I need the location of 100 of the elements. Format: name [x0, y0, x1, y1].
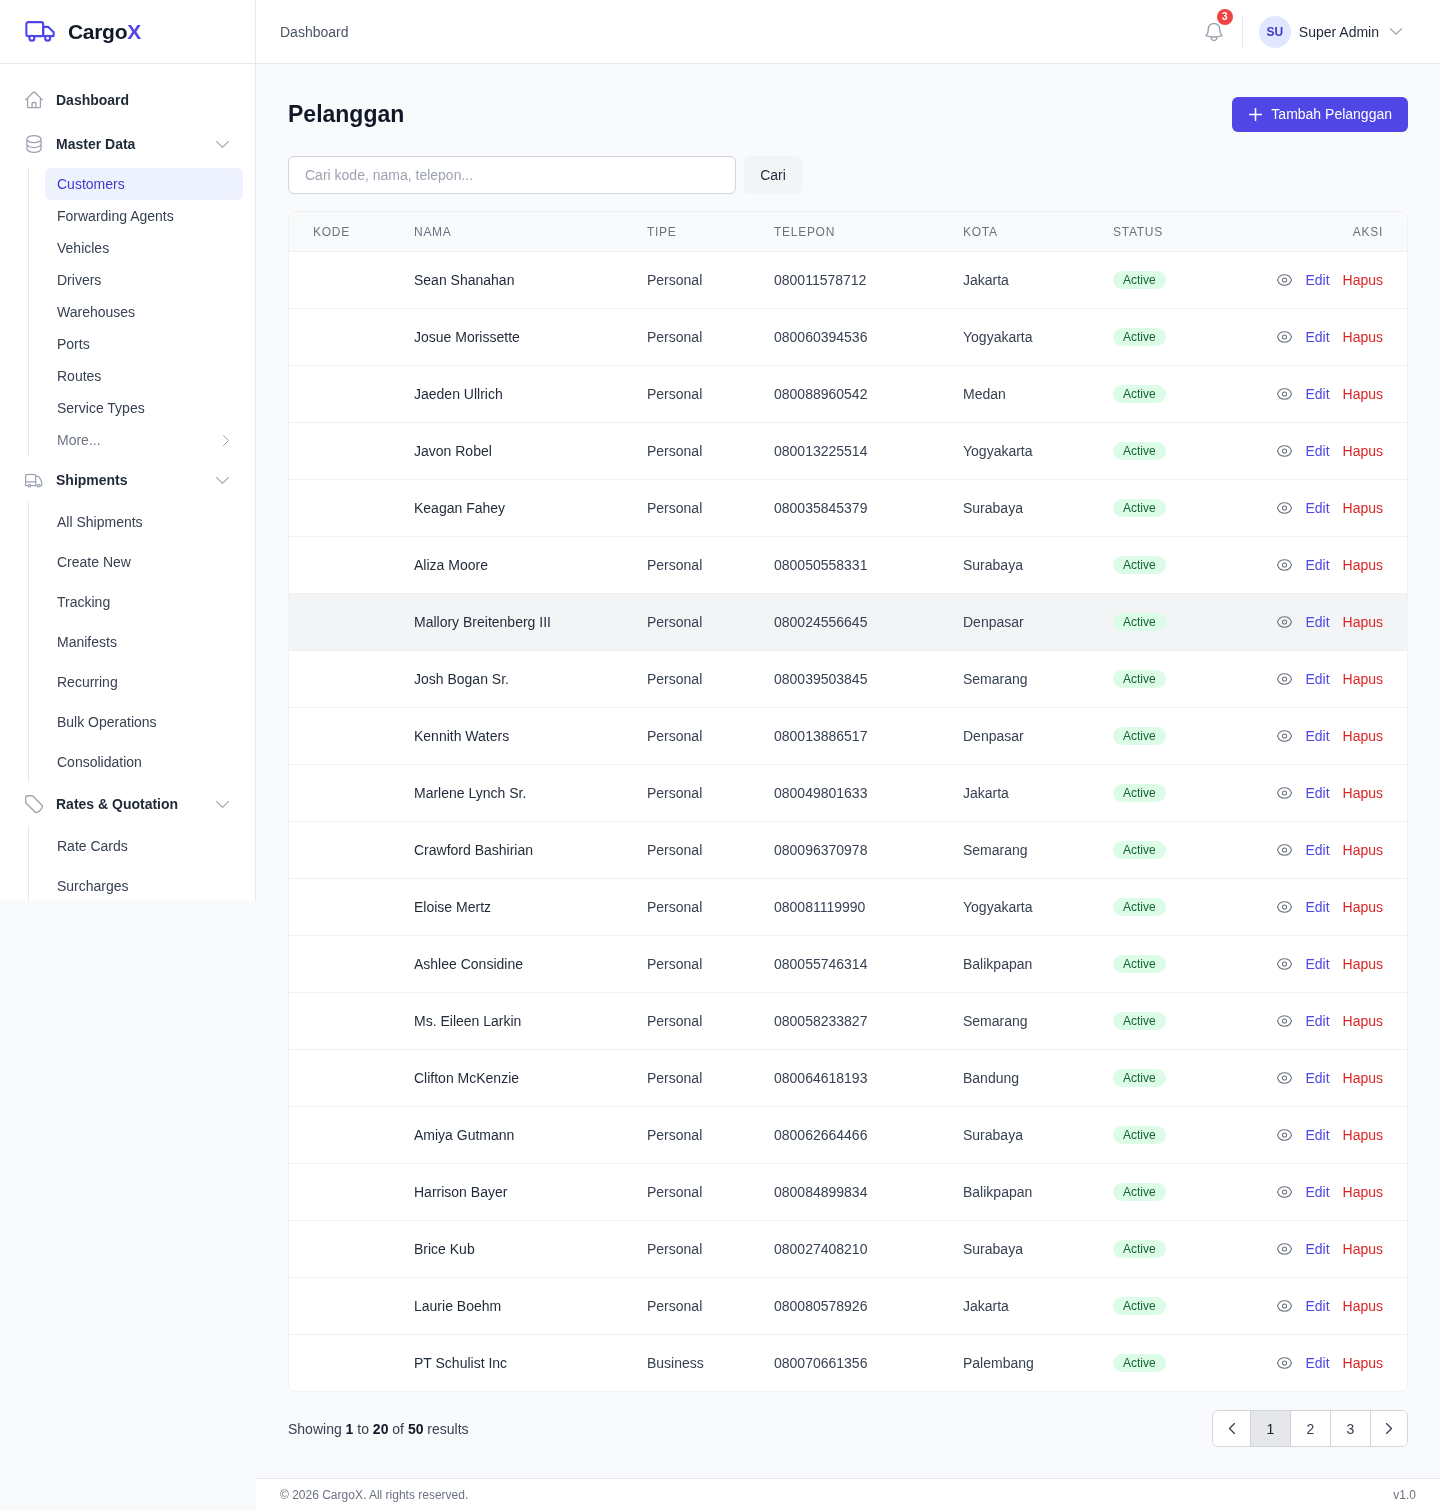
- add-customer-button[interactable]: Tambah Pelanggan: [1232, 96, 1408, 132]
- sidebar-item[interactable]: Master Data: [12, 124, 243, 164]
- delete-link[interactable]: Hapus: [1342, 1298, 1383, 1314]
- delete-link[interactable]: Hapus: [1342, 557, 1383, 573]
- eye-icon[interactable]: [1277, 1300, 1293, 1312]
- edit-link[interactable]: Edit: [1305, 557, 1330, 573]
- eye-icon[interactable]: [1277, 616, 1293, 628]
- delete-link[interactable]: Hapus: [1342, 443, 1383, 459]
- submenu-item[interactable]: Manifests: [45, 622, 243, 662]
- submenu-item[interactable]: Create New: [45, 542, 243, 582]
- eye-icon[interactable]: [1277, 331, 1293, 343]
- edit-link[interactable]: Edit: [1305, 329, 1330, 345]
- user-name[interactable]: Super Admin: [1298, 23, 1379, 40]
- submenu-item[interactable]: Surcharges: [45, 866, 243, 900]
- eye-icon[interactable]: [1277, 1186, 1293, 1198]
- delete-link[interactable]: Hapus: [1342, 785, 1383, 801]
- table-cell-text: Bandung: [963, 1070, 1021, 1086]
- eye-icon[interactable]: [1277, 787, 1293, 799]
- chevron-down-icon[interactable]: [1390, 28, 1402, 35]
- status-badge: Active: [1113, 841, 1166, 859]
- eye-icon[interactable]: [1277, 445, 1293, 457]
- eye-icon[interactable]: [1277, 1129, 1293, 1141]
- chevron-down-icon[interactable]: [216, 140, 229, 148]
- table-cell-text: 080096370978: [774, 842, 869, 858]
- table-cell-text: Surabaya: [963, 500, 1024, 516]
- delete-link[interactable]: Hapus: [1342, 956, 1383, 972]
- edit-link[interactable]: Edit: [1305, 1241, 1330, 1257]
- submenu-item[interactable]: Service Types: [45, 392, 243, 424]
- edit-link[interactable]: Edit: [1305, 899, 1330, 915]
- eye-icon[interactable]: [1277, 559, 1293, 571]
- edit-link[interactable]: Edit: [1305, 386, 1330, 402]
- edit-link[interactable]: Edit: [1305, 1355, 1330, 1371]
- notification-badge: 3: [1216, 8, 1233, 25]
- delete-link[interactable]: Hapus: [1342, 329, 1383, 345]
- submenu-item[interactable]: Warehouses: [45, 296, 243, 328]
- chevron-down-icon[interactable]: [216, 476, 229, 484]
- eye-icon[interactable]: [1277, 1357, 1293, 1369]
- edit-link[interactable]: Edit: [1305, 272, 1330, 288]
- eye-icon[interactable]: [1277, 1072, 1293, 1084]
- eye-icon[interactable]: [1277, 1015, 1293, 1027]
- eye-icon[interactable]: [1277, 901, 1293, 913]
- edit-link[interactable]: Edit: [1305, 671, 1330, 687]
- delete-link[interactable]: Hapus: [1342, 842, 1383, 858]
- edit-link[interactable]: Edit: [1305, 1070, 1330, 1086]
- sidebar-item[interactable]: Rates & Quotation: [12, 784, 243, 824]
- delete-link[interactable]: Hapus: [1342, 386, 1383, 402]
- edit-link[interactable]: Edit: [1305, 728, 1330, 744]
- status-badge: Active: [1113, 499, 1166, 517]
- edit-link[interactable]: Edit: [1305, 1127, 1330, 1143]
- submenu-item[interactable]: Consolidation: [45, 742, 243, 782]
- delete-link[interactable]: Hapus: [1342, 1241, 1383, 1257]
- eye-icon[interactable]: [1277, 844, 1293, 856]
- submenu-item[interactable]: Tracking: [45, 582, 243, 622]
- eye-icon[interactable]: [1277, 730, 1293, 742]
- edit-link[interactable]: Edit: [1305, 1013, 1330, 1029]
- eye-icon[interactable]: [1277, 274, 1293, 286]
- chevron-down-icon[interactable]: [216, 800, 229, 808]
- edit-link[interactable]: Edit: [1305, 785, 1330, 801]
- search-button[interactable]: Cari: [744, 156, 802, 194]
- submenu-item[interactable]: All Shipments: [45, 502, 243, 542]
- submenu-item[interactable]: More...: [45, 424, 243, 456]
- eye-icon[interactable]: [1277, 388, 1293, 400]
- edit-link[interactable]: Edit: [1305, 500, 1330, 516]
- delete-link[interactable]: Hapus: [1342, 1355, 1383, 1371]
- eye-icon[interactable]: [1277, 502, 1293, 514]
- delete-link[interactable]: Hapus: [1342, 1184, 1383, 1200]
- submenu-item[interactable]: Ports: [45, 328, 243, 360]
- edit-link[interactable]: Edit: [1305, 956, 1330, 972]
- eye-icon[interactable]: [1277, 1243, 1293, 1255]
- delete-link[interactable]: Hapus: [1342, 728, 1383, 744]
- submenu-item[interactable]: Forwarding Agents: [45, 200, 243, 232]
- table-cell-text: Personal: [647, 443, 704, 459]
- submenu-item[interactable]: Routes: [45, 360, 243, 392]
- edit-link[interactable]: Edit: [1305, 614, 1330, 630]
- sidebar-item[interactable]: Shipments: [12, 460, 243, 500]
- delete-link[interactable]: Hapus: [1342, 1013, 1383, 1029]
- page-button[interactable]: 1: [1250, 1411, 1290, 1446]
- delete-link[interactable]: Hapus: [1342, 614, 1383, 630]
- delete-link[interactable]: Hapus: [1342, 1070, 1383, 1086]
- edit-link[interactable]: Edit: [1305, 842, 1330, 858]
- delete-link[interactable]: Hapus: [1342, 500, 1383, 516]
- eye-icon[interactable]: [1277, 958, 1293, 970]
- edit-link[interactable]: Edit: [1305, 1298, 1330, 1314]
- eye-icon[interactable]: [1277, 673, 1293, 685]
- delete-link[interactable]: Hapus: [1342, 272, 1383, 288]
- submenu-item[interactable]: Rate Cards: [45, 826, 243, 866]
- search-field[interactable]: Cari kode, nama, telepon...: [288, 156, 736, 194]
- edit-link[interactable]: Edit: [1305, 1184, 1330, 1200]
- delete-link[interactable]: Hapus: [1342, 1127, 1383, 1143]
- submenu-item[interactable]: Customers: [45, 168, 243, 200]
- delete-link[interactable]: Hapus: [1342, 899, 1383, 915]
- submenu-item[interactable]: Recurring: [45, 662, 243, 702]
- submenu-item[interactable]: Bulk Operations: [45, 702, 243, 742]
- delete-link[interactable]: Hapus: [1342, 671, 1383, 687]
- submenu-item[interactable]: Drivers: [45, 264, 243, 296]
- edit-link[interactable]: Edit: [1305, 443, 1330, 459]
- submenu-item[interactable]: Vehicles: [45, 232, 243, 264]
- bell-icon[interactable]: [1204, 21, 1223, 42]
- sidebar-item[interactable]: Dashboard: [12, 80, 243, 120]
- table-cell-text: Personal: [647, 329, 704, 345]
